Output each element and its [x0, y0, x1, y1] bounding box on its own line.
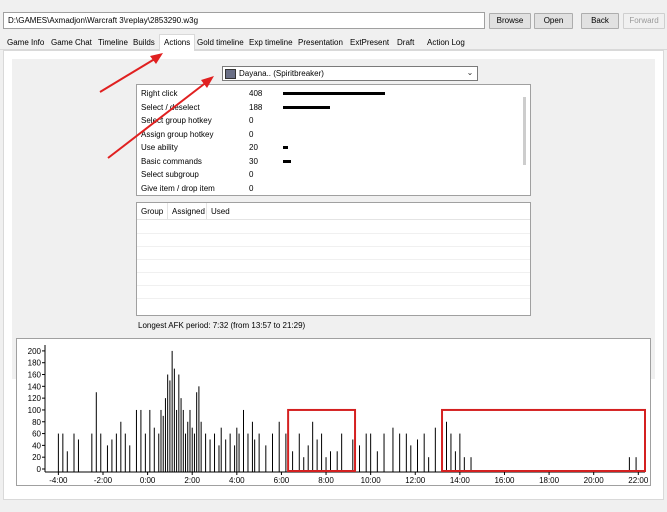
- list-item[interactable]: Select group hotkey 0: [141, 114, 521, 127]
- y-tick-label: 100: [28, 406, 42, 415]
- actions-timeline-chart: 0 20 40 60 80 100 120 140 160 180 200 -4:00 -2:00 0:0…: [16, 338, 651, 486]
- list-item[interactable]: Use ability 20: [141, 141, 521, 154]
- x-tick-label: 10:00: [361, 476, 382, 485]
- table-row-divider: [137, 246, 530, 247]
- chevron-down-icon[interactable]: ⌄: [464, 68, 476, 79]
- player-select[interactable]: Dayana.. (Spiritbreaker) ⌄: [222, 66, 478, 81]
- tab-builds[interactable]: Builds: [129, 36, 159, 50]
- y-tick-label: 60: [32, 430, 41, 439]
- longest-afk-label: Longest AFK period: 7:32 (from 13:57 to …: [138, 321, 306, 330]
- action-label: Assign group hotkey: [141, 130, 214, 139]
- list-item[interactable]: Give item / drop item 0: [141, 182, 521, 195]
- x-tick-label: 20:00: [584, 476, 605, 485]
- x-tick-label: 2:00: [184, 476, 200, 485]
- action-bar: [283, 106, 330, 109]
- y-tick-label: 80: [32, 418, 41, 427]
- action-count: 30: [249, 157, 258, 166]
- y-tick-label: 20: [32, 453, 41, 462]
- action-label: Basic commands: [141, 157, 202, 166]
- open-button[interactable]: Open: [534, 13, 573, 29]
- browse-button[interactable]: Browse: [489, 13, 531, 29]
- x-tick-label: 14:00: [450, 476, 471, 485]
- scrollbar-thumb[interactable]: [523, 97, 526, 165]
- list-item[interactable]: Basic commands 30: [141, 155, 521, 168]
- table-row-divider: [137, 285, 530, 286]
- player-select-value: Dayana.. (Spiritbreaker): [239, 69, 324, 78]
- action-bar: [283, 160, 291, 163]
- x-tick-label: 4:00: [229, 476, 245, 485]
- action-label: Right click: [141, 89, 178, 98]
- action-count: 0: [249, 116, 254, 125]
- action-count: 188: [249, 103, 263, 112]
- column-header-group[interactable]: Group: [137, 203, 168, 220]
- action-label: Give item / drop item: [141, 184, 215, 193]
- x-tick-label: 0:00: [140, 476, 156, 485]
- y-tick-label: 120: [28, 394, 42, 403]
- status-strip: [0, 500, 667, 512]
- x-tick-label: 12:00: [405, 476, 426, 485]
- action-bar: [283, 146, 288, 149]
- tab-draft[interactable]: Draft: [393, 36, 418, 50]
- y-tick-label: 0: [37, 465, 42, 474]
- action-count: 0: [249, 184, 254, 193]
- tab-game-info[interactable]: Game Info: [3, 36, 48, 50]
- y-tick-label: 140: [28, 382, 42, 391]
- x-tick-label: 16:00: [494, 476, 515, 485]
- action-count: 20: [249, 143, 258, 152]
- back-button[interactable]: Back: [581, 13, 619, 29]
- tab-exp-timeline[interactable]: Exp timeline: [245, 36, 297, 50]
- chart-canvas: 0 20 40 60 80 100 120 140 160 180 200 -4:00 -2:00 0:0…: [28, 345, 649, 485]
- tab-extpresent[interactable]: ExtPresent: [346, 36, 393, 50]
- y-tick-label: 180: [28, 359, 42, 368]
- list-item[interactable]: Right click 408: [141, 87, 521, 100]
- column-header-assigned[interactable]: Assigned: [168, 203, 207, 220]
- x-tick-label: -2:00: [94, 476, 113, 485]
- list-item[interactable]: Assign group hotkey 0: [141, 128, 521, 141]
- table-row-divider: [137, 259, 530, 260]
- red-highlight-box: [441, 408, 647, 472]
- x-tick-label: 6:00: [274, 476, 290, 485]
- tab-presentation[interactable]: Presentation: [294, 36, 347, 50]
- list-item[interactable]: Select / deselect 188: [141, 101, 521, 114]
- table-row-divider: [137, 272, 530, 273]
- x-tick-label: 8:00: [318, 476, 334, 485]
- tab-bar: Game Info Game Chat Timeline Builds Acti…: [0, 34, 667, 51]
- forward-button[interactable]: Forward: [623, 13, 665, 29]
- y-tick-label: 40: [32, 441, 41, 450]
- replay-path-input[interactable]: D:\GAMES\Axmadjon\Warcraft 3\replay\2853…: [3, 12, 485, 29]
- tab-actions[interactable]: Actions: [159, 34, 196, 51]
- tab-timeline[interactable]: Timeline: [94, 36, 132, 50]
- y-tick-label: 200: [28, 347, 42, 356]
- table-row-divider: [137, 298, 530, 299]
- x-tick-label: 22:00: [628, 476, 649, 485]
- action-label: Select / deselect: [141, 103, 200, 112]
- action-label: Use ability: [141, 143, 178, 152]
- group-hotkey-table: Group Assigned Used: [136, 202, 531, 316]
- column-header-used[interactable]: Used: [207, 203, 530, 220]
- y-tick-label: 160: [28, 371, 42, 380]
- action-count: 0: [249, 170, 254, 179]
- table-header: Group Assigned Used: [137, 203, 530, 220]
- action-stats-list: Right click 408 Select / deselect 188 Sele…: [136, 84, 531, 196]
- action-count: 0: [249, 130, 254, 139]
- action-count: 408: [249, 89, 263, 98]
- x-tick-label: 18:00: [539, 476, 560, 485]
- list-item[interactable]: Select subgroup 0: [141, 168, 521, 181]
- action-label: Select group hotkey: [141, 116, 212, 125]
- hero-portrait-icon: [225, 69, 236, 79]
- tab-gold-timeline[interactable]: Gold timeline: [193, 36, 248, 50]
- tab-game-chat[interactable]: Game Chat: [47, 36, 96, 50]
- tab-action-log[interactable]: Action Log: [423, 36, 469, 50]
- action-label: Select subgroup: [141, 170, 199, 179]
- action-bar: [283, 92, 385, 95]
- x-tick-label: -4:00: [49, 476, 68, 485]
- toolbar: D:\GAMES\Axmadjon\Warcraft 3\replay\2853…: [0, 0, 667, 34]
- table-row-divider: [137, 233, 530, 234]
